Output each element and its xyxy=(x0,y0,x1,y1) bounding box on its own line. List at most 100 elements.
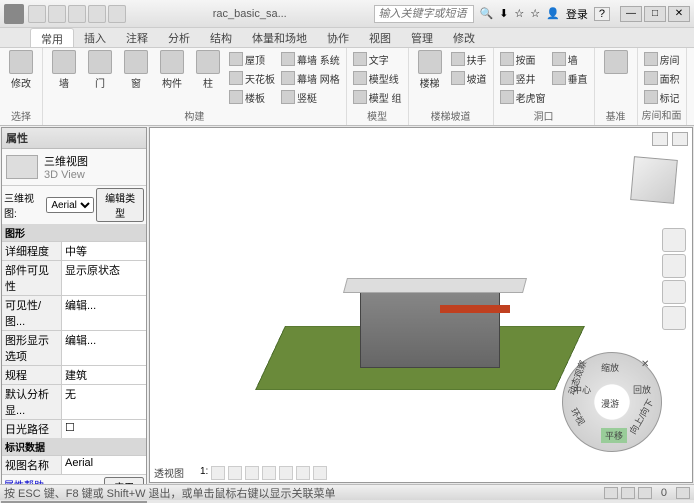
window-button[interactable]: 窗 xyxy=(119,50,153,90)
minimize-button[interactable]: — xyxy=(620,6,642,22)
tab-home[interactable]: 常用 xyxy=(30,28,74,47)
mullion-button[interactable]: 竖梃 xyxy=(279,88,342,106)
type-preview-icon xyxy=(6,155,38,179)
maximize-button[interactable]: □ xyxy=(644,6,666,22)
app-menu-button[interactable] xyxy=(4,4,24,24)
curtain-system-button[interactable]: 幕墙 系统 xyxy=(279,50,342,68)
qat-undo-icon[interactable] xyxy=(68,5,86,23)
instance-select[interactable]: Aerial xyxy=(46,197,94,213)
filter-icon[interactable] xyxy=(676,487,690,499)
crop-region-icon[interactable] xyxy=(296,466,310,480)
tab-insert[interactable]: 插入 xyxy=(74,28,116,47)
tag-button[interactable]: 标记 xyxy=(642,88,682,106)
qat-save-icon[interactable] xyxy=(48,5,66,23)
edit-type-button[interactable]: 编辑类型 xyxy=(96,188,144,222)
qat-open-icon[interactable] xyxy=(28,5,46,23)
shadows-icon[interactable] xyxy=(262,466,276,480)
view-close-icon[interactable] xyxy=(672,132,688,146)
ceiling-button[interactable]: 天花板 xyxy=(227,69,277,87)
datum-button[interactable] xyxy=(599,50,633,74)
view-restore-icon[interactable] xyxy=(652,132,668,146)
room-button[interactable]: 房间 xyxy=(642,50,682,68)
tab-view[interactable]: 视图 xyxy=(359,28,401,47)
detail-level-icon[interactable] xyxy=(211,466,225,480)
model-line-button[interactable]: 模型线 xyxy=(351,69,404,87)
railing-button[interactable]: 扶手 xyxy=(449,50,489,68)
search-input[interactable] xyxy=(374,5,474,23)
tab-annotate[interactable]: 注释 xyxy=(116,28,158,47)
worksets-icon[interactable] xyxy=(604,487,618,499)
subscription-icon[interactable]: ⬇ xyxy=(499,7,508,20)
qat-print-icon[interactable] xyxy=(108,5,126,23)
roof-button[interactable]: 屋顶 xyxy=(227,50,277,68)
set-plane-button[interactable]: 设置 xyxy=(691,50,694,90)
floor-button[interactable]: 楼板 xyxy=(227,88,277,106)
property-row[interactable]: 视图名称Aerial xyxy=(2,455,146,474)
model-group-icon xyxy=(353,90,367,104)
wall-opening-button[interactable]: 墙 xyxy=(550,50,590,68)
by-face-icon xyxy=(500,52,514,66)
visual-style-icon[interactable] xyxy=(228,466,242,480)
column-button[interactable]: 柱 xyxy=(191,50,225,90)
wall-button[interactable]: 墙 xyxy=(47,50,81,90)
property-row[interactable]: 详细程度中等 xyxy=(2,241,146,260)
close-button[interactable]: ✕ xyxy=(668,6,690,22)
model-line-icon xyxy=(353,71,367,85)
tab-structure[interactable]: 结构 xyxy=(200,28,242,47)
hide-isolate-icon[interactable] xyxy=(313,466,327,480)
model-group-button[interactable]: 模型 组 xyxy=(351,88,404,106)
zoom-icon[interactable] xyxy=(662,280,686,304)
tab-manage[interactable]: 管理 xyxy=(401,28,443,47)
property-row[interactable]: 日光路径☐ xyxy=(2,419,146,438)
infocenter-icon[interactable]: 🔍 xyxy=(480,7,494,20)
exchange-icon[interactable]: ☆ xyxy=(514,7,524,20)
steering-wheel-icon[interactable] xyxy=(662,228,686,252)
dormer-button[interactable]: 老虎窗 xyxy=(498,88,548,106)
tab-analyze[interactable]: 分析 xyxy=(158,28,200,47)
panel-opening: 按面 竖井 老虎窗 墙 垂直 洞口 xyxy=(494,48,595,125)
grid-icon xyxy=(604,50,628,74)
viewcube[interactable] xyxy=(630,156,678,204)
property-row[interactable]: 默认分析显...无 xyxy=(2,384,146,419)
signin-icon[interactable]: 👤 xyxy=(546,7,560,20)
tab-modify[interactable]: 修改 xyxy=(443,28,485,47)
favorite-icon[interactable]: ☆ xyxy=(530,7,540,20)
panel-build: 墙 门 窗 构件 柱 屋顶 天花板 楼板 幕墙 系统 幕墙 网格 竖梃 构建 xyxy=(43,48,347,125)
wheel-close-icon[interactable]: ✕ xyxy=(641,359,655,373)
model-text-button[interactable]: 文字 xyxy=(351,50,404,68)
crop-icon[interactable] xyxy=(279,466,293,480)
view-title: 透视图 xyxy=(154,465,184,480)
type-sub: 3D View xyxy=(44,169,88,181)
sun-path-icon[interactable] xyxy=(245,466,259,480)
curtain-grid-button[interactable]: 幕墙 网格 xyxy=(279,69,342,87)
area-button[interactable]: 面积 xyxy=(642,69,682,87)
modify-button[interactable]: 修改 xyxy=(4,50,38,90)
viewport-3d[interactable]: ✕ 缩放 中心 回放 漫游 平移 环视 向上/向下 动态观察 透视图 1: xyxy=(149,127,693,483)
property-row[interactable]: 图形显示选项编辑... xyxy=(2,330,146,365)
property-row[interactable]: 可见性/图...编辑... xyxy=(2,295,146,330)
by-face-button[interactable]: 按面 xyxy=(498,50,548,68)
stair-icon xyxy=(418,50,442,74)
component-button[interactable]: 构件 xyxy=(155,50,189,90)
stair-button[interactable]: 楼梯 xyxy=(413,50,447,90)
tab-massing[interactable]: 体量和场地 xyxy=(242,28,317,47)
design-options-icon[interactable] xyxy=(621,487,635,499)
mullion-icon xyxy=(281,90,295,104)
orbit-icon[interactable] xyxy=(662,306,686,330)
group-graphics[interactable]: 图形 xyxy=(2,224,146,241)
door-button[interactable]: 门 xyxy=(83,50,117,90)
tab-collaborate[interactable]: 协作 xyxy=(317,28,359,47)
editable-only-icon[interactable] xyxy=(638,487,652,499)
ramp-button[interactable]: 坡道 xyxy=(449,69,489,87)
login-label[interactable]: 登录 xyxy=(566,6,588,22)
property-row[interactable]: 部件可见性显示原状态 xyxy=(2,260,146,295)
qat-redo-icon[interactable] xyxy=(88,5,106,23)
help-button[interactable]: ? xyxy=(594,7,610,21)
vertical-button[interactable]: 垂直 xyxy=(550,69,590,87)
scale-label[interactable]: 1: xyxy=(200,466,208,480)
steering-wheel[interactable]: ✕ 缩放 中心 回放 漫游 平移 环视 向上/向下 动态观察 xyxy=(562,352,662,452)
pan-icon[interactable] xyxy=(662,254,686,278)
group-identity[interactable]: 标识数据 xyxy=(2,438,146,455)
property-row[interactable]: 规程建筑 xyxy=(2,365,146,384)
shaft-button[interactable]: 竖井 xyxy=(498,69,548,87)
